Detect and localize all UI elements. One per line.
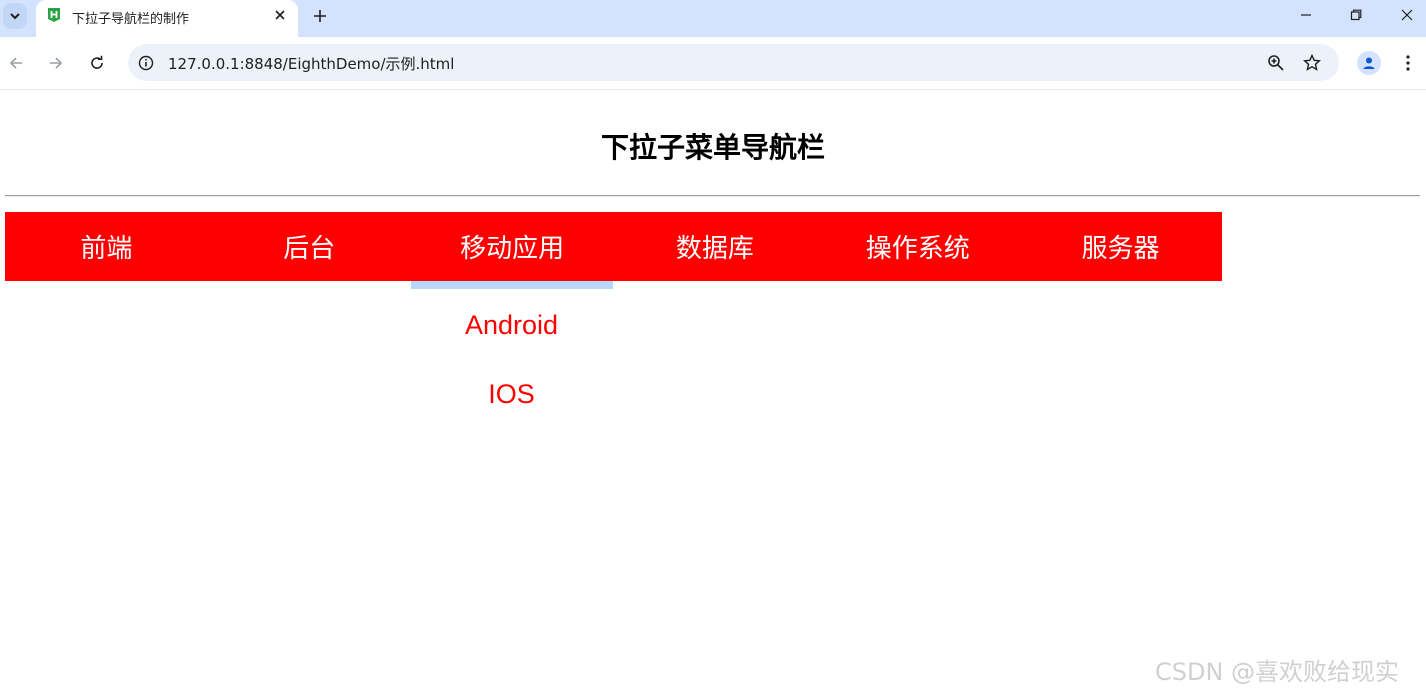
tab-strip: 下拉子导航栏的制作 bbox=[0, 0, 1426, 37]
reload-icon bbox=[91, 55, 103, 69]
new-tab-button[interactable] bbox=[309, 5, 331, 27]
chevron-down-icon bbox=[10, 13, 20, 20]
dropdown-item-ios[interactable]: IOS bbox=[410, 360, 613, 429]
close-icon bbox=[1401, 9, 1413, 21]
url-text[interactable]: 127.0.0.1:8848/EighthDemo/示例.html bbox=[168, 53, 454, 74]
main-navbar: 前端 后台 移动应用 数据库 操作系统 服务器 bbox=[5, 212, 1222, 289]
site-info-button[interactable] bbox=[136, 53, 156, 73]
browser-menu-button[interactable] bbox=[1398, 51, 1418, 75]
close-window-button[interactable] bbox=[1382, 0, 1426, 30]
info-icon bbox=[138, 55, 154, 71]
tab-title: 下拉子导航栏的制作 bbox=[72, 12, 190, 27]
nav-item-database[interactable]: 数据库 bbox=[613, 212, 816, 281]
nav-item-os[interactable]: 操作系统 bbox=[816, 212, 1019, 281]
restore-button[interactable] bbox=[1331, 0, 1381, 30]
nav-item-server[interactable]: 服务器 bbox=[1019, 212, 1222, 281]
dropdown-item-android[interactable]: Android bbox=[410, 291, 613, 360]
tab-search-button[interactable] bbox=[3, 3, 27, 29]
zoom-in-icon bbox=[1268, 55, 1284, 71]
reload-button[interactable] bbox=[85, 51, 109, 75]
nav-item-frontend[interactable]: 前端 bbox=[5, 212, 208, 281]
more-vertical-icon bbox=[1406, 55, 1410, 71]
profile-button[interactable] bbox=[1357, 51, 1381, 75]
address-bar[interactable]: 127.0.0.1:8848/EighthDemo/示例.html bbox=[128, 44, 1339, 81]
watermark: CSDN @喜欢败给现实 bbox=[1155, 658, 1400, 686]
browser-tab[interactable]: 下拉子导航栏的制作 bbox=[36, 0, 298, 37]
nav-item-mobile[interactable]: 移动应用 bbox=[410, 212, 614, 289]
minimize-icon bbox=[1301, 14, 1311, 16]
bookmark-button[interactable] bbox=[1301, 52, 1323, 74]
page-title: 下拉子菜单导航栏 bbox=[600, 131, 825, 164]
nav-item-backend[interactable]: 后台 bbox=[208, 212, 411, 281]
minimize-button[interactable] bbox=[1281, 0, 1331, 30]
zoom-button[interactable] bbox=[1265, 52, 1287, 74]
tab-close-button[interactable] bbox=[272, 7, 288, 23]
mobile-dropdown-menu: Android IOS bbox=[410, 291, 613, 429]
star-icon bbox=[1303, 54, 1321, 71]
plus-icon bbox=[314, 10, 326, 22]
arrow-right-icon bbox=[50, 57, 63, 69]
restore-icon bbox=[1350, 9, 1362, 21]
back-button[interactable] bbox=[4, 51, 28, 75]
arrow-left-icon bbox=[9, 57, 22, 69]
close-icon bbox=[275, 10, 285, 20]
hbuilder-favicon-icon bbox=[48, 8, 60, 22]
forward-button[interactable] bbox=[44, 51, 68, 75]
divider bbox=[5, 195, 1420, 197]
user-icon bbox=[1363, 57, 1375, 69]
browser-toolbar: 127.0.0.1:8848/EighthDemo/示例.html bbox=[0, 37, 1426, 90]
